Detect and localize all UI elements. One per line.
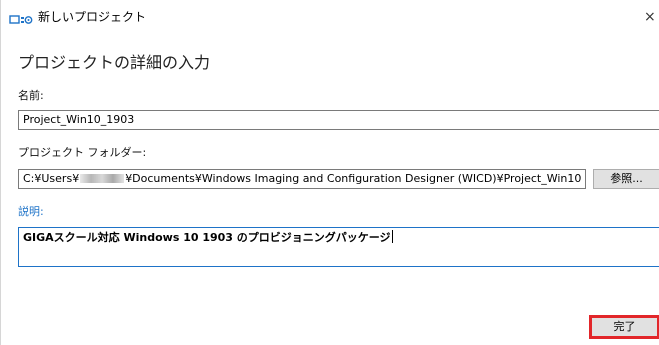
description-textarea[interactable]: GIGAスクール対応 Windows 10 1903 のプロビジョニングパッケー… [18, 227, 659, 267]
window-title: 新しいプロジェクト [38, 10, 147, 24]
project-folder-input[interactable]: C:¥Users¥ ¥Documents¥Windows Imaging and … [18, 169, 586, 189]
redacted-username [80, 174, 125, 183]
project-folder-value-prefix: C:¥Users¥ [23, 172, 80, 185]
project-folder-label: プロジェクト フォルダー: [18, 146, 147, 159]
title-bar: 新しいプロジェクト × [1, 0, 659, 34]
project-name-input[interactable]: Project_Win10_1903 [18, 110, 659, 130]
name-label: 名前: [18, 89, 44, 102]
text-caret [391, 230, 393, 243]
page-heading: プロジェクトの詳細の入力 [18, 53, 211, 72]
finish-button[interactable]: 完了 [589, 315, 659, 339]
description-value: GIGAスクール対応 Windows 10 1903 のプロビジョニングパッケー… [23, 231, 391, 244]
close-button[interactable]: × [644, 7, 659, 27]
new-project-dialog: 新しいプロジェクト × プロジェクトの詳細の入力 名前: Project_Win… [0, 0, 659, 345]
project-folder-value-suffix: ¥Documents¥Windows Imaging and Configura… [125, 172, 582, 185]
description-label: 説明: [18, 205, 44, 218]
browse-button[interactable]: 参照... [593, 169, 659, 189]
project-name-value: Project_Win10_1903 [23, 113, 135, 126]
wicd-app-icon [9, 11, 33, 24]
